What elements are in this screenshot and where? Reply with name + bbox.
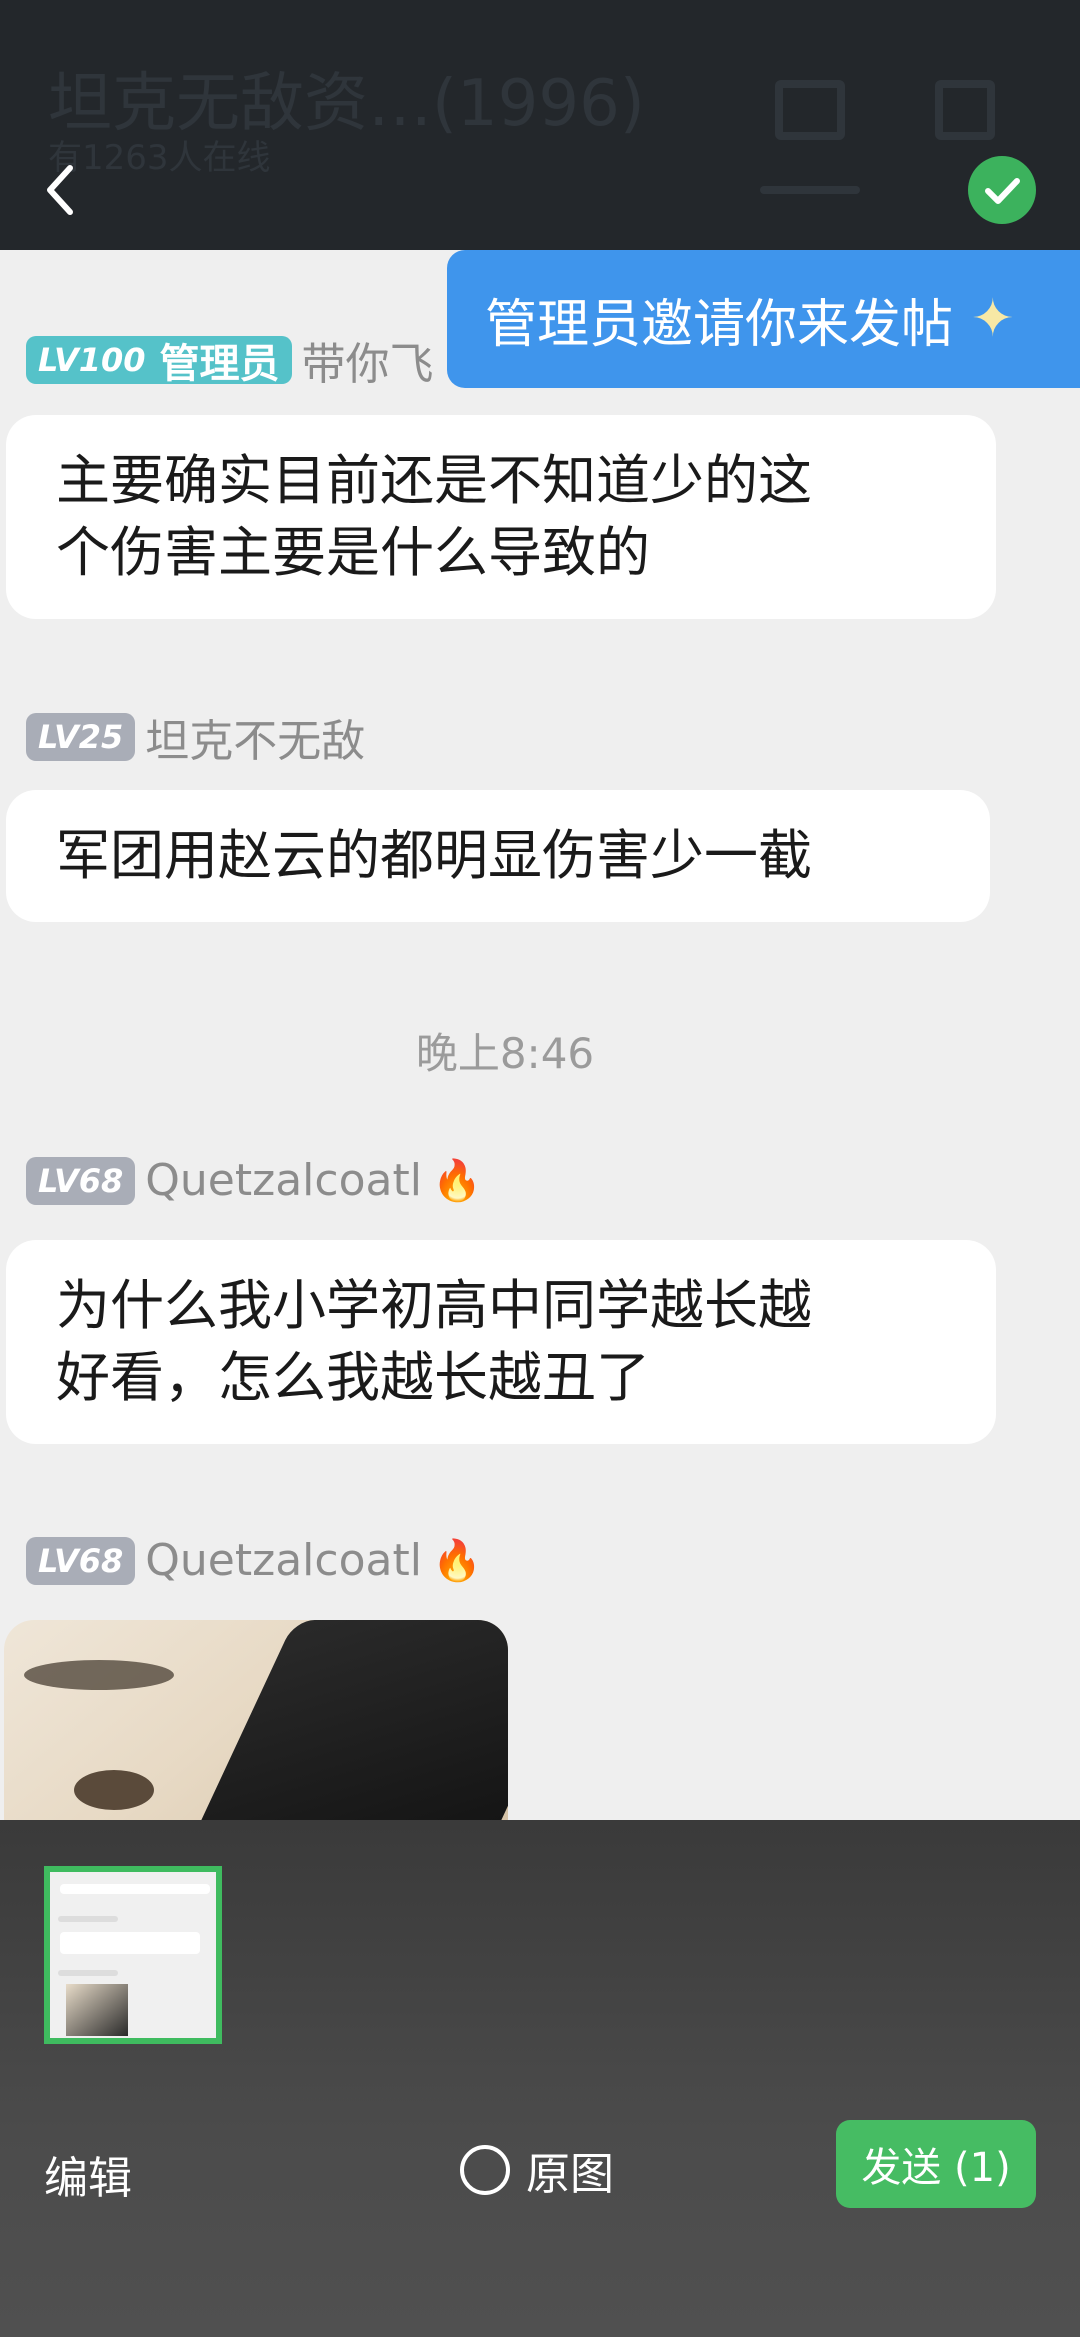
compose-icon xyxy=(935,80,995,140)
invite-banner[interactable]: 管理员邀请你来发帖 ✦ xyxy=(447,250,1080,388)
message-line: 主要确实目前还是不知道少的这 xyxy=(56,449,812,512)
message-line: 军团用赵云的都明显伤害少一截 xyxy=(56,824,812,887)
sender-name: Quetzalcoatl xyxy=(145,1535,422,1586)
sparkle-icon: ✦ xyxy=(971,289,1015,349)
role-label: 管理员 xyxy=(159,341,280,387)
original-label: 原图 xyxy=(526,2149,614,2200)
send-button[interactable]: 发送 (1) xyxy=(836,2120,1036,2208)
back-button[interactable] xyxy=(38,160,88,220)
sender-name: 坦克不无敌 xyxy=(145,716,366,767)
message-sender[interactable]: LV68 Quetzalcoatl 🔥 xyxy=(26,1535,482,1586)
edit-button[interactable]: 编辑 xyxy=(44,2142,132,2206)
fire-icon: 🔥 xyxy=(431,1158,482,1204)
selected-thumbnail[interactable] xyxy=(44,1866,222,2044)
message-bubble[interactable]: 主要确实目前还是不知道少的这 个伤害主要是什么导致的 xyxy=(6,415,996,619)
message-line: 为什么我小学初高中同学越长越 xyxy=(56,1274,812,1337)
sender-name: 带你飞 xyxy=(301,339,434,390)
message-sender[interactable]: LV68 Quetzalcoatl 🔥 xyxy=(26,1155,482,1206)
fire-icon: 🔥 xyxy=(431,1538,482,1584)
message-sender[interactable]: LV100 管理员 带你飞 xyxy=(26,328,434,392)
chat-icon xyxy=(775,80,845,140)
level-badge: LV25 xyxy=(26,713,136,761)
check-icon xyxy=(985,178,1020,204)
top-header: 坦克无敌资…(1996) 有1263人在线 xyxy=(0,0,1080,250)
invite-text: 管理员邀请你来发帖 xyxy=(485,294,954,355)
level-badge: LV100 管理员 xyxy=(26,336,292,387)
message-bubble[interactable]: 为什么我小学初高中同学越长越 好看，怎么我越长越丑了 xyxy=(6,1240,996,1444)
chat-area[interactable]: 管理员邀请你来发帖 ✦ LV100 管理员 带你飞 主要确实目前还是不知道少的这… xyxy=(0,250,1080,1820)
timestamp: 晚上8:46 xyxy=(415,1029,595,1078)
confirm-button[interactable] xyxy=(968,156,1036,224)
original-image-toggle[interactable]: 原图 xyxy=(460,2138,614,2202)
message-line: 好看，怎么我越长越丑了 xyxy=(56,1346,650,1409)
radio-icon[interactable] xyxy=(460,2145,510,2195)
message-sender[interactable]: LV25 坦克不无敌 xyxy=(26,705,365,769)
message-image[interactable] xyxy=(4,1620,508,1820)
chevron-left-icon xyxy=(47,165,73,215)
message-bubble[interactable]: 军团用赵云的都明显伤害少一截 xyxy=(6,790,990,922)
level-badge: LV68 xyxy=(26,1156,136,1205)
bottom-panel: 编辑 原图 发送 (1) xyxy=(0,1820,1080,2337)
message-line: 个伤害主要是什么导致的 xyxy=(56,521,650,584)
tab-indicator xyxy=(760,186,860,194)
level-badge: LV68 xyxy=(26,1536,136,1585)
sender-name: Quetzalcoatl xyxy=(145,1155,422,1206)
